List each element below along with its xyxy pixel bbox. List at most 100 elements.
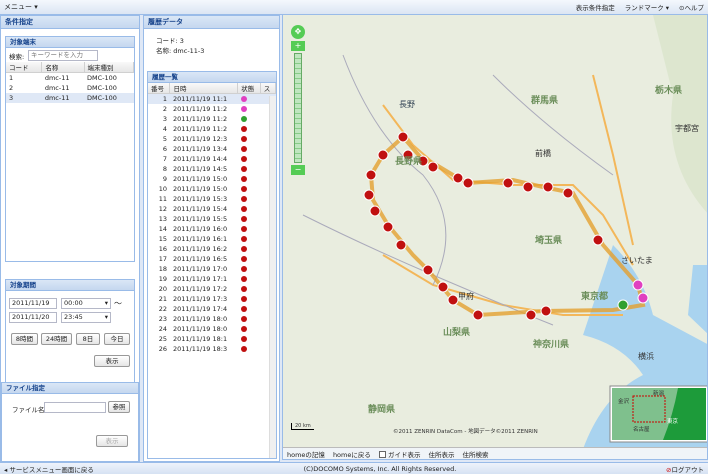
terminal-cell: dmc-11 [44,83,70,92]
table-row[interactable]: 17 2011/11/19 16:5 [148,254,276,264]
browse-button[interactable]: 参照 [108,401,130,413]
main-menu[interactable]: メニュー ▾ [4,2,38,12]
back-to-menu-link[interactable]: ◂ サービスメニュー画面に戻る [4,464,94,474]
zoom-out-icon[interactable]: − [291,165,305,175]
table-row[interactable]: 20 2011/11/19 17:2 [148,284,276,294]
track-marker[interactable] [540,305,552,317]
date-to-field[interactable]: 2011/11/20 [9,312,57,323]
table-row[interactable]: 4 2011/11/19 11:2 [148,124,276,134]
24-hours-button[interactable]: 24時間 [41,333,72,345]
map-view[interactable]: 長野 群馬県 栃木県 宇都宮 前橋 長野県 埼玉県 さいたま 東京都 甲府 山梨… [282,14,708,460]
address-display-link[interactable]: 住所表示 [428,449,454,459]
track-marker[interactable] [427,161,439,173]
table-row[interactable]: 24 2011/11/19 18:0 [148,324,276,334]
time-from-select[interactable]: 00:00 ▾ [61,298,111,309]
terminal-search-input[interactable] [28,50,98,61]
table-row[interactable]: 15 2011/11/19 16:1 [148,234,276,244]
history-col-2[interactable]: 状態 [237,83,261,94]
table-row[interactable]: 8 2011/11/19 14:5 [148,164,276,174]
history-status [238,124,261,134]
table-row[interactable]: 26 2011/11/19 18:3 [148,344,276,354]
history-scrollbar[interactable] [269,96,276,458]
track-marker[interactable] [525,309,537,321]
track-marker[interactable] [562,187,574,199]
track-marker[interactable] [397,131,409,143]
table-row[interactable]: 18 2011/11/19 17:0 [148,264,276,274]
home-save-link[interactable]: homeの記憶 [287,449,325,459]
home-return-link[interactable]: homeに戻る [333,449,371,459]
history-col-1[interactable]: 日時 [169,83,239,94]
history-number: 7 [162,154,167,163]
track-marker[interactable] [617,299,629,311]
table-row[interactable]: 25 2011/11/19 18:1 [148,334,276,344]
period-show-button[interactable]: 表示 [94,355,130,367]
track-marker[interactable] [422,264,434,276]
track-marker[interactable] [462,177,474,189]
track-marker[interactable] [437,281,449,293]
table-row[interactable]: 9 2011/11/19 15:0 [148,174,276,184]
zoom-in-icon[interactable]: + [291,41,305,51]
table-row[interactable]: 19 2011/11/19 17:1 [148,274,276,284]
track-marker[interactable] [363,189,375,201]
table-row[interactable]: 3 2011/11/19 11:2 [148,114,276,124]
status-dot-icon [240,125,247,132]
table-row[interactable]: 14 2011/11/19 16:0 [148,224,276,234]
time-to-select[interactable]: 23:45 ▾ [61,312,111,323]
table-row[interactable]: 10 2011/11/19 15:0 [148,184,276,194]
table-row[interactable]: 1 2011/11/19 11:1 [148,93,276,104]
table-row[interactable]: 11 2011/11/19 15:3 [148,194,276,204]
today-button[interactable]: 今日 [104,333,130,345]
terminal-col-2[interactable]: 端末種別 [84,62,135,73]
track-marker[interactable] [632,279,644,291]
logout-link[interactable]: ⊘ログアウト [666,464,704,474]
terminal-col-1[interactable]: 名称 [41,62,85,73]
table-row[interactable]: 22 2011/11/19 17:4 [148,304,276,314]
table-row[interactable]: 16 2011/11/19 16:2 [148,244,276,254]
track-marker[interactable] [365,169,377,181]
table-row[interactable]: 2 2011/11/19 11:2 [148,104,276,114]
table-row[interactable]: 6 2011/11/19 13:4 [148,144,276,154]
track-marker[interactable] [637,292,649,304]
table-row[interactable]: 5 2011/11/19 12:3 [148,134,276,144]
guide-checkbox[interactable] [378,451,386,458]
track-marker[interactable] [542,181,554,193]
file-show-button[interactable]: 表示 [96,435,128,447]
track-marker[interactable] [452,172,464,184]
table-row[interactable]: 13 2011/11/19 15:5 [148,214,276,224]
map-canvas[interactable] [283,15,708,449]
track-marker[interactable] [502,177,514,189]
table-row[interactable]: 3 dmc-11 DMC-100 [6,92,134,103]
date-from-field[interactable]: 2011/11/19 [9,298,57,309]
guide-toggle[interactable]: ガイド表示 [378,449,420,459]
pan-icon[interactable]: ✥ [291,25,305,39]
track-marker[interactable] [522,181,534,193]
terminal-cell: dmc-11 [41,92,85,103]
8-days-button[interactable]: 8日 [76,333,100,345]
8-hours-button[interactable]: 8時間 [11,333,38,345]
history-col-0[interactable]: 番号 [148,83,171,94]
track-marker[interactable] [395,239,407,251]
file-name-input[interactable] [44,402,106,413]
track-marker[interactable] [472,309,484,321]
table-row[interactable]: 1 dmc-11 DMC-100 [6,73,134,83]
address-search-link[interactable]: 住所検索 [462,449,488,459]
track-marker[interactable] [592,234,604,246]
history-time: 2011/11/19 15:0 [172,184,228,193]
track-marker[interactable] [382,221,394,233]
zoom-control[interactable]: ✥ + − [291,25,305,185]
table-row[interactable]: 7 2011/11/19 14:4 [148,154,276,164]
landmark-menu[interactable]: ランドマーク ▾ [625,2,669,12]
display-settings-menu[interactable]: 表示条件指定 [576,2,615,12]
table-row[interactable]: 2 dmc-11 DMC-100 [6,83,134,93]
table-row[interactable]: 12 2011/11/19 15:4 [148,204,276,214]
table-row[interactable]: 23 2011/11/19 18:0 [148,314,276,324]
track-marker[interactable] [447,294,459,306]
track-marker[interactable] [377,149,389,161]
zoom-slider[interactable] [294,53,302,163]
help-menu[interactable]: ⊙ヘルプ [679,2,704,12]
history-number: 24 [158,324,167,333]
table-row[interactable]: 21 2011/11/19 17:3 [148,294,276,304]
track-marker[interactable] [369,205,381,217]
history-col-3[interactable]: ス [260,83,276,94]
terminal-col-0[interactable]: コード [6,62,43,73]
